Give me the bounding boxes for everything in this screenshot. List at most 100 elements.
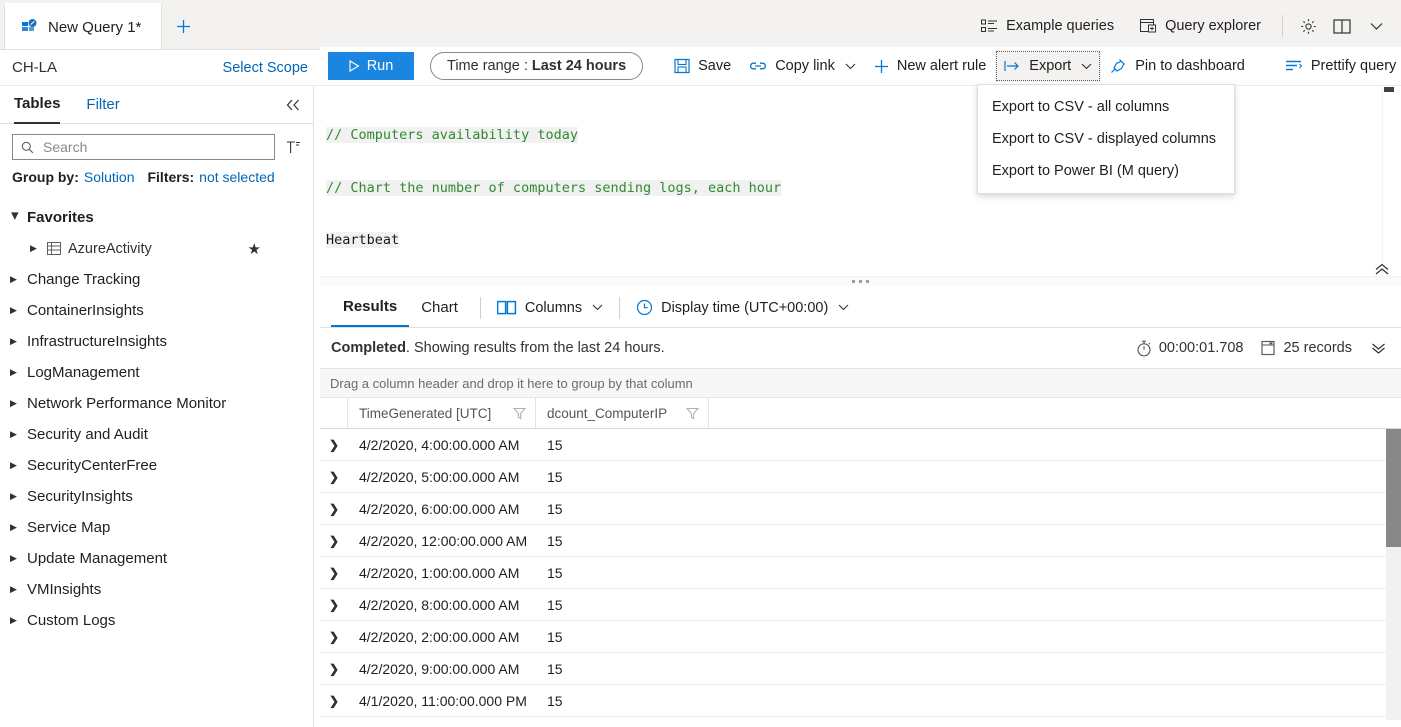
tree-group-service-map[interactable]: ▶ Service Map: [0, 512, 313, 543]
expand-results-button[interactable]: [1370, 342, 1387, 355]
display-time-button[interactable]: Display time (UTC+00:00): [630, 292, 855, 324]
table-row[interactable]: ❯ 4/2/2020, 4:00:00.000 AM 15: [320, 429, 1401, 461]
pin-to-dashboard-button[interactable]: Pin to dashboard: [1101, 50, 1254, 82]
row-expand-icon[interactable]: ❯: [320, 534, 348, 548]
table-row[interactable]: ❯ 4/2/2020, 9:00:00.000 AM 15: [320, 653, 1401, 685]
prettify-query-button[interactable]: Prettify query: [1276, 50, 1401, 82]
tree-item-azureactivity[interactable]: ▶ AzureActivity ★: [0, 233, 313, 264]
time-range-value: Last 24 hours: [532, 58, 626, 74]
export-csv-all-columns-item[interactable]: Export to CSV - all columns: [978, 91, 1234, 123]
cell-timegenerated: 4/2/2020, 2:00:00.000 AM: [348, 629, 536, 645]
new-tab-button[interactable]: [162, 3, 204, 49]
settings-button[interactable]: [1291, 9, 1325, 43]
table-row[interactable]: ❯ 4/1/2020, 11:00:00.000 PM 15: [320, 685, 1401, 717]
export-power-bi-item[interactable]: Export to Power BI (M query): [978, 155, 1234, 187]
grid-scrollbar-thumb[interactable]: [1386, 429, 1401, 547]
chevron-collapsed-icon: ▶: [30, 243, 40, 254]
tree-group-vminsights[interactable]: ▶ VMInsights: [0, 574, 313, 605]
grid-header-timegenerated[interactable]: TimeGenerated [UTC]: [348, 398, 536, 428]
layout-button[interactable]: [1325, 9, 1359, 43]
export-button[interactable]: Export: [995, 50, 1101, 82]
tree-group-change-tracking[interactable]: ▶ Change Tracking: [0, 264, 313, 295]
editor-collapse-button[interactable]: [1374, 263, 1390, 276]
splitter-dot: [852, 280, 855, 283]
tree-group-security-and-audit[interactable]: ▶ Security and Audit: [0, 419, 313, 450]
new-alert-rule-button[interactable]: New alert rule: [865, 50, 995, 82]
save-button[interactable]: Save: [665, 50, 740, 82]
gear-icon: [1300, 18, 1317, 35]
row-expand-icon[interactable]: ❯: [320, 598, 348, 612]
copy-link-button[interactable]: Copy link: [740, 50, 865, 82]
grid-scrollbar[interactable]: [1386, 429, 1401, 720]
copy-link-label: Copy link: [775, 58, 835, 74]
sidebar-search-row: [0, 124, 313, 160]
example-queries-button[interactable]: Example queries: [968, 9, 1127, 43]
sidebar-tab-tables[interactable]: Tables: [14, 86, 60, 124]
results-grid: TimeGenerated [UTC] dcount_ComputerIP ❯: [320, 398, 1401, 717]
cell-timegenerated: 4/2/2020, 12:00:00.000 AM: [348, 533, 536, 549]
tree-group-custom-logs[interactable]: ▶ Custom Logs: [0, 605, 313, 636]
query-duration: 00:00:01.708: [1136, 340, 1244, 357]
filter-icon[interactable]: [513, 407, 526, 420]
layout-chevron-button[interactable]: [1359, 9, 1393, 43]
tree-group-logmanagement[interactable]: ▶ LogManagement: [0, 357, 313, 388]
tree-group-update-management[interactable]: ▶ Update Management: [0, 543, 313, 574]
tree-group-containerinsights[interactable]: ▶ ContainerInsights: [0, 295, 313, 326]
tree-group-favorites-label: Favorites: [27, 209, 94, 226]
sidebar-tab-filter[interactable]: Filter: [86, 86, 119, 124]
table-row[interactable]: ❯ 4/2/2020, 12:00:00.000 AM 15: [320, 525, 1401, 557]
time-range-picker[interactable]: Time range : Last 24 hours: [430, 52, 643, 80]
cell-timegenerated: 4/2/2020, 8:00:00.000 AM: [348, 597, 536, 613]
new-alert-rule-label: New alert rule: [897, 58, 986, 74]
cell-dcount-computerip: 15: [536, 565, 709, 581]
table-row[interactable]: ❯ 4/2/2020, 1:00:00.000 AM 15: [320, 557, 1401, 589]
select-scope-button[interactable]: Select Scope: [223, 60, 320, 76]
filters-value[interactable]: not selected: [199, 169, 275, 185]
group-by-dropzone[interactable]: Drag a column header and drop it here to…: [320, 368, 1401, 398]
table-row[interactable]: ❯ 4/2/2020, 5:00:00.000 AM 15: [320, 461, 1401, 493]
search-input[interactable]: [41, 138, 266, 156]
tree-group-securityinsights[interactable]: ▶ SecurityInsights: [0, 481, 313, 512]
tree-group-favorites[interactable]: ▶ Favorites: [0, 202, 313, 233]
pane-splitter[interactable]: [320, 276, 1401, 286]
table-row[interactable]: ❯ 4/2/2020, 8:00:00.000 AM 15: [320, 589, 1401, 621]
grid-header-expand-col: [320, 398, 348, 428]
query-explorer-button[interactable]: Query explorer: [1127, 9, 1274, 43]
query-tab[interactable]: New Query 1*: [4, 3, 162, 49]
sidebar-tab-bar: Tables Filter: [0, 86, 313, 124]
row-expand-icon[interactable]: ❯: [320, 662, 348, 676]
example-queries-label: Example queries: [1006, 18, 1114, 34]
tree-group-securitycenterfree[interactable]: ▶ SecurityCenterFree: [0, 450, 313, 481]
row-expand-icon[interactable]: ❯: [320, 438, 348, 452]
row-expand-icon[interactable]: ❯: [320, 630, 348, 644]
filter-icon[interactable]: [686, 407, 699, 420]
editor-scrollbar[interactable]: [1382, 86, 1396, 282]
group-by-value[interactable]: Solution: [84, 169, 135, 185]
row-expand-icon[interactable]: ❯: [320, 566, 348, 580]
sidebar-tab-filter-label: Filter: [86, 96, 119, 113]
editor-scrollbar-thumb[interactable]: [1384, 87, 1394, 92]
tables-sidebar: Tables Filter: [0, 86, 314, 727]
tab-chart[interactable]: Chart: [409, 288, 470, 327]
search-box[interactable]: [12, 134, 275, 160]
chevron-collapsed-icon: ▶: [10, 429, 20, 440]
sidebar-collapse-button[interactable]: [286, 99, 301, 111]
star-icon[interactable]: ★: [248, 240, 261, 258]
status-message: . Showing results from the last 24 hours…: [406, 340, 665, 356]
tree-group-network-performance-monitor[interactable]: ▶ Network Performance Monitor: [0, 388, 313, 419]
row-expand-icon[interactable]: ❯: [320, 694, 348, 708]
table-row[interactable]: ❯ 4/2/2020, 2:00:00.000 AM 15: [320, 621, 1401, 653]
sort-button[interactable]: [283, 136, 303, 158]
tab-results[interactable]: Results: [331, 288, 409, 327]
tree-group-logmanagement-label: LogManagement: [27, 364, 140, 381]
columns-button[interactable]: Columns: [491, 292, 609, 324]
grid-header-dcount-computerip[interactable]: dcount_ComputerIP: [536, 398, 709, 428]
run-button[interactable]: Run: [328, 52, 414, 80]
tree-group-infrastructureinsights[interactable]: ▶ InfrastructureInsights: [0, 326, 313, 357]
pin-to-dashboard-label: Pin to dashboard: [1135, 58, 1245, 74]
export-csv-displayed-columns-item[interactable]: Export to CSV - displayed columns: [978, 123, 1234, 155]
results-status-row: Completed . Showing results from the las…: [320, 328, 1401, 368]
row-expand-icon[interactable]: ❯: [320, 470, 348, 484]
row-expand-icon[interactable]: ❯: [320, 502, 348, 516]
table-row[interactable]: ❯ 4/2/2020, 6:00:00.000 AM 15: [320, 493, 1401, 525]
